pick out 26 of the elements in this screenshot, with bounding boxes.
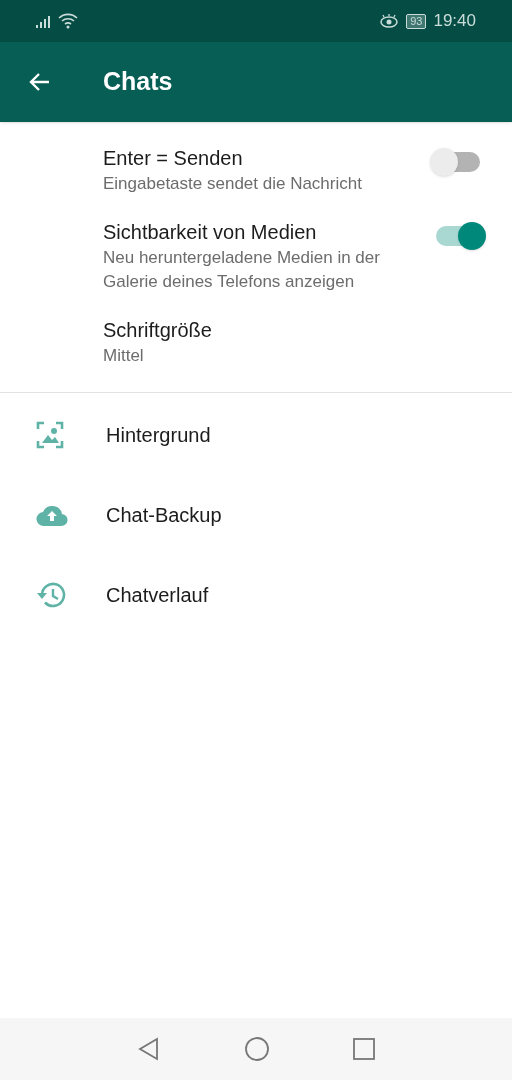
setting-description: Neu heruntergeladene Medien in der Galerie deines Telefons anzeigen xyxy=(103,247,381,293)
eye-icon xyxy=(380,14,399,28)
setting-title: Schriftgröße xyxy=(103,318,213,343)
setting-title: Enter = Senden xyxy=(103,146,244,171)
setting-description: Mittel xyxy=(103,345,145,367)
settings-row[interactable]: Sichtbarkeit von Medien Neu heruntergeladene Medien in der Galerie deines Telefons anzeigen xyxy=(0,218,512,316)
menu-item[interactable]: Chat-Backup xyxy=(0,475,512,555)
menu-item-label: Hintergrund xyxy=(106,423,211,448)
clock-time: 19:40 xyxy=(433,10,476,33)
picture-frame-icon xyxy=(36,421,64,449)
battery-indicator: 93 xyxy=(406,13,427,29)
screen-title: Chats xyxy=(103,66,173,98)
menu-item[interactable]: Hintergrund xyxy=(0,395,512,475)
home-icon[interactable] xyxy=(245,1037,269,1061)
wifi-icon xyxy=(58,13,78,29)
setting-description: Eingabetaste sendet die Nachricht xyxy=(103,173,363,195)
menu-item[interactable]: Chatverlauf xyxy=(0,555,512,635)
menu-item-label: Chat-Backup xyxy=(106,503,222,528)
recents-icon[interactable] xyxy=(353,1038,375,1060)
cloud-upload-icon xyxy=(36,503,68,527)
settings-row[interactable]: Enter = Senden Eingabetaste sendet die Nachricht xyxy=(0,144,512,218)
history-clock-icon xyxy=(36,581,66,609)
settings-row[interactable]: Schriftgröße Mittel xyxy=(0,316,512,390)
back-icon[interactable] xyxy=(137,1037,161,1061)
menu-item-label: Chatverlauf xyxy=(106,583,209,608)
setting-title: Sichtbarkeit von Medien xyxy=(103,220,318,245)
